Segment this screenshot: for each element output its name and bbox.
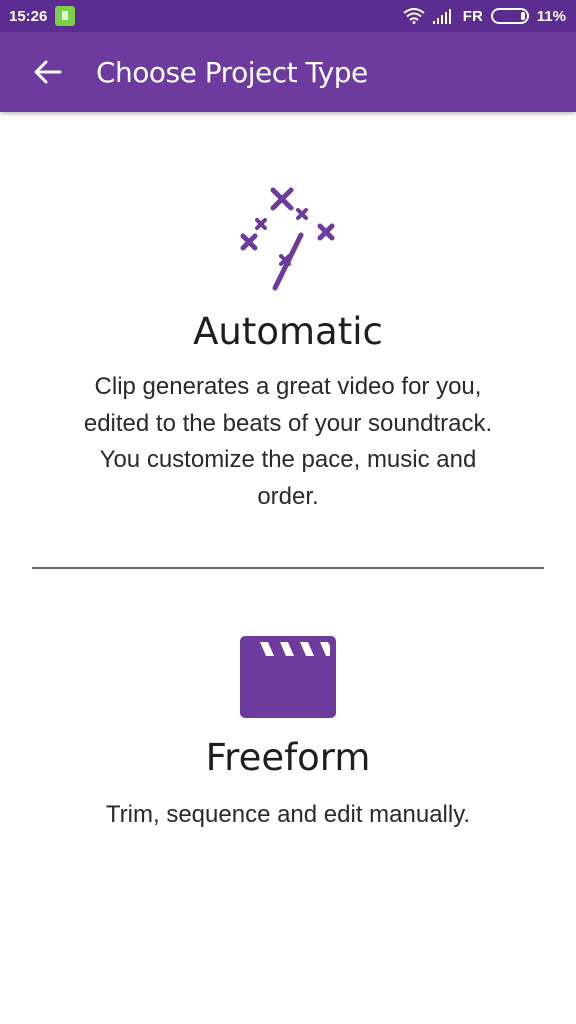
arrow-left-icon (34, 60, 62, 84)
freeform-description: Trim, sequence and edit manually. (105, 801, 471, 828)
divider (32, 567, 544, 569)
status-bar: 15:26 FR 11% (0, 0, 576, 32)
signal-icon (432, 9, 451, 24)
wifi-icon (403, 8, 425, 24)
status-left: 15:26 (9, 6, 76, 26)
clapperboard-icon (240, 636, 336, 718)
battery-percent: 11% (536, 7, 566, 25)
back-button[interactable] (0, 32, 96, 112)
carrier-label: FR (462, 7, 483, 25)
page-title: Choose Project Type (96, 55, 368, 89)
freeform-title: Freeform (205, 736, 371, 779)
app-bar: Choose Project Type (0, 32, 576, 112)
status-right: FR 11% (403, 8, 566, 25)
automatic-title: Automatic (193, 310, 383, 353)
magic-wand-icon (240, 187, 335, 291)
status-time: 15:26 (9, 7, 48, 25)
automatic-option[interactable]: Automatic Clip generates a great video f… (0, 180, 576, 515)
battery-icon (490, 8, 529, 24)
freeform-option[interactable]: Freeform Trim, sequence and edit manuall… (0, 636, 576, 834)
notification-icon (55, 6, 76, 26)
automatic-description: Clip generates a great video for you, ed… (83, 373, 493, 510)
